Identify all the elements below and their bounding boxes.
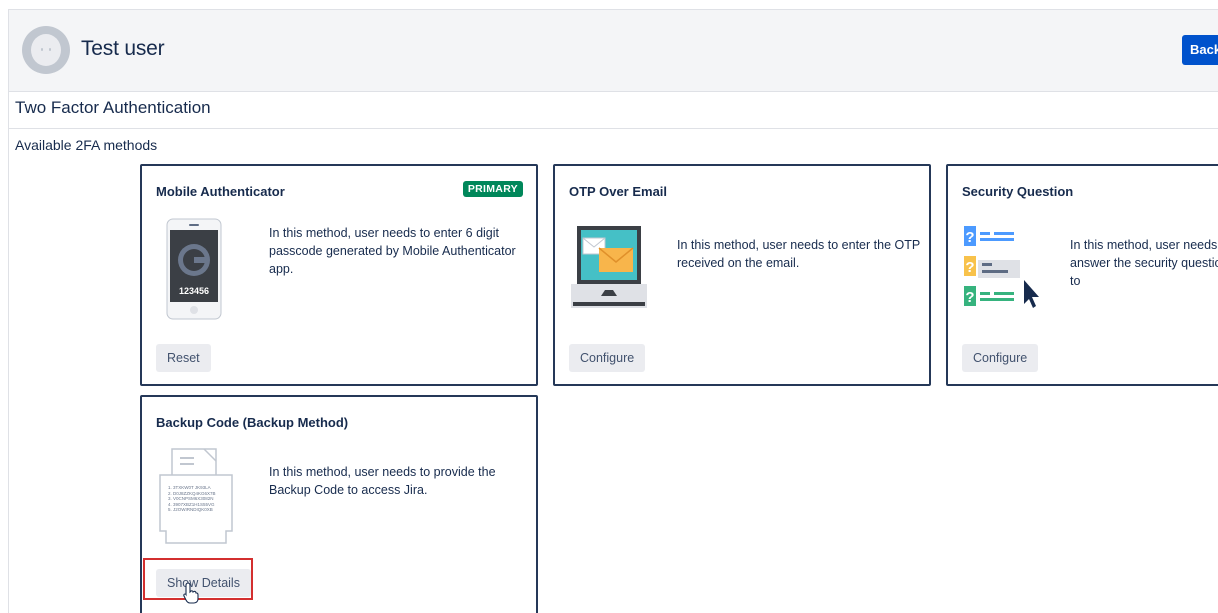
method-title: Security Question (962, 184, 1074, 199)
method-description: In this method, user needs to answer the… (1070, 238, 1218, 288)
avatar-face (31, 34, 61, 66)
back-button[interactable]: Back (1182, 35, 1218, 65)
document-codes-icon: 1. 3TXKW0T JK93LA 2. D0J8ZZKQ4KG6X7B 3. … (156, 447, 236, 554)
svg-text:?: ? (965, 259, 974, 276)
laptop-email-icon (569, 224, 649, 319)
user-name: Test user (81, 37, 165, 60)
method-card-security-question: Security Question ? ? ? In this method, … (946, 164, 1218, 386)
page-frame: Test user Back Two Factor Authentication… (8, 9, 1218, 613)
mobile-phone-icon: 123456 (166, 218, 222, 325)
avatar-eye-left (41, 48, 43, 51)
backup-code-list: 1. 3TXKW0T JK93LA 2. D0J8ZZKQ4KG6X7B 3. … (168, 485, 224, 513)
method-title: Mobile Authenticator (156, 184, 285, 199)
method-description: In this method, user needs to enter 6 di… (269, 226, 516, 276)
method-description: In this method, user needs to provide th… (269, 465, 496, 497)
profile-header: Test user Back (9, 10, 1218, 92)
svg-text:?: ? (965, 229, 974, 246)
question-list-icon: ? ? ? (962, 224, 1042, 319)
configure-otp-email-button[interactable]: Configure (569, 344, 646, 372)
method-description: In this method, user needs to enter the … (677, 238, 920, 270)
method-title: Backup Code (Backup Method) (156, 415, 349, 430)
page-title: Two Factor Authentication (15, 98, 211, 117)
user-avatar (22, 26, 70, 74)
section-divider (9, 128, 1218, 129)
reset-button[interactable]: Reset (156, 344, 211, 372)
method-title: OTP Over Email (569, 184, 668, 199)
methods-heading: Available 2FA methods (15, 137, 158, 153)
hand-pointer-icon (183, 582, 199, 609)
passcode-text: 123456 (178, 286, 210, 296)
method-card-mobile-authenticator: Mobile Authenticator PRIMARY 123456 In t… (140, 164, 538, 386)
method-card-otp-email: OTP Over Email In this method, user need… (553, 164, 931, 386)
configure-security-question-button[interactable]: Configure (962, 344, 1039, 372)
avatar-eye-right (49, 48, 51, 51)
backup-code-line: 5. J2OWIRNDIQK0XB (168, 507, 213, 512)
svg-text:?: ? (965, 289, 974, 306)
primary-badge: PRIMARY (462, 181, 523, 197)
